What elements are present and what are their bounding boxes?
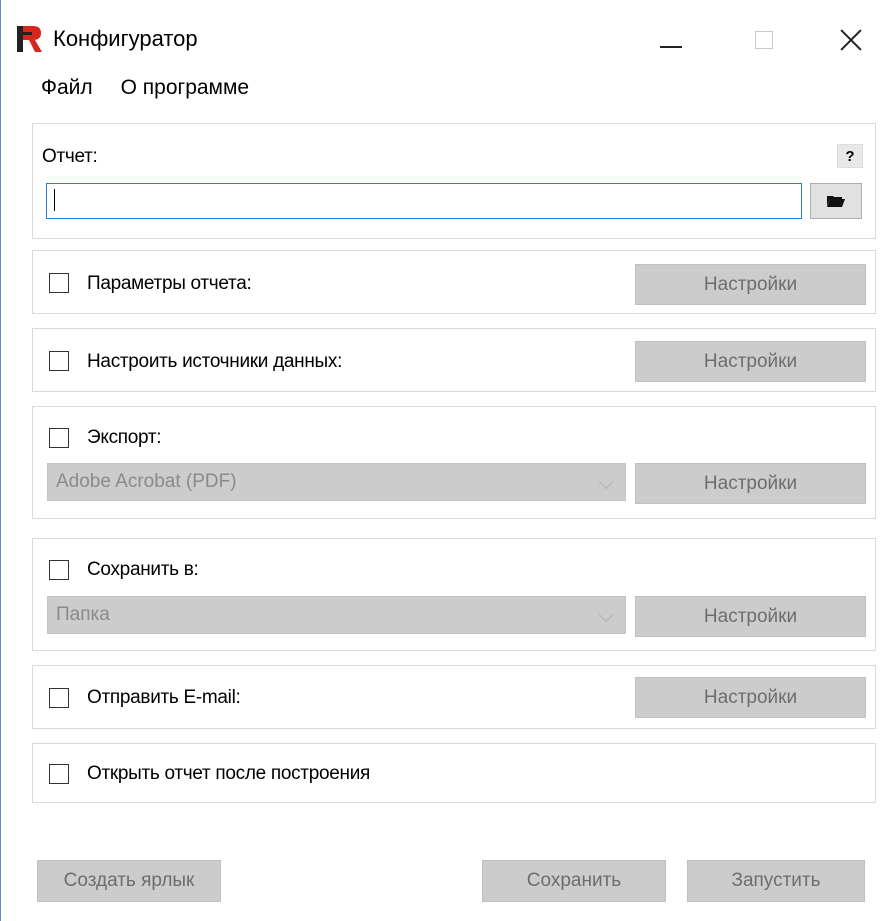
export-label: Экспорт: bbox=[87, 427, 162, 448]
help-icon[interactable]: ? bbox=[837, 144, 863, 168]
save-destination-value: Папка bbox=[56, 604, 110, 625]
datasources-label: Настроить источники данных: bbox=[87, 351, 343, 372]
save-destination-select[interactable]: Папка bbox=[47, 596, 626, 634]
save-to-settings-button[interactable]: Настройки bbox=[635, 596, 866, 637]
report-params-checkbox[interactable] bbox=[49, 273, 69, 293]
title-bar[interactable]: Конфигуратор bbox=[1, 0, 887, 76]
configurator-window: Конфигуратор Файл О программе Отчет: ? П… bbox=[0, 0, 887, 921]
browse-button[interactable] bbox=[810, 183, 862, 219]
menu-item-file[interactable]: Файл bbox=[27, 73, 107, 103]
menu-bar: Файл О программе bbox=[27, 73, 263, 103]
close-icon bbox=[840, 29, 862, 51]
report-path-input[interactable] bbox=[46, 183, 802, 219]
save-to-panel: Сохранить в: Папка Настройки bbox=[32, 538, 876, 651]
maximize-button[interactable] bbox=[734, 12, 794, 68]
datasources-checkbox[interactable] bbox=[49, 351, 69, 371]
export-format-value: Adobe Acrobat (PDF) bbox=[56, 471, 237, 492]
report-params-panel: Параметры отчета: Настройки bbox=[32, 250, 876, 314]
email-settings-button[interactable]: Настройки bbox=[635, 677, 866, 718]
email-panel: Отправить E-mail: Настройки bbox=[32, 665, 876, 729]
maximize-icon bbox=[755, 31, 773, 49]
report-panel: Отчет: ? bbox=[32, 123, 876, 239]
report-params-settings-button[interactable]: Настройки bbox=[635, 264, 866, 305]
save-to-label: Сохранить в: bbox=[87, 559, 199, 580]
window-title: Конфигуратор bbox=[53, 26, 198, 51]
datasources-panel: Настроить источники данных: Настройки bbox=[32, 328, 876, 392]
close-button[interactable] bbox=[821, 12, 881, 68]
folder-open-icon bbox=[827, 196, 845, 207]
report-label: Отчет: bbox=[42, 146, 98, 167]
email-label: Отправить E-mail: bbox=[87, 687, 241, 708]
export-checkbox[interactable] bbox=[49, 428, 69, 448]
save-to-checkbox[interactable] bbox=[49, 560, 69, 580]
text-caret bbox=[54, 189, 55, 211]
chevron-down-icon bbox=[598, 474, 614, 490]
export-panel: Экспорт: Adobe Acrobat (PDF) Настройки bbox=[32, 406, 876, 519]
export-settings-button[interactable]: Настройки bbox=[635, 463, 866, 504]
open-after-label: Открыть отчет после построения bbox=[87, 763, 371, 784]
open-after-panel: Открыть отчет после построения bbox=[32, 743, 876, 803]
minimize-icon bbox=[660, 46, 682, 48]
minimize-button[interactable] bbox=[641, 12, 701, 68]
save-button[interactable]: Сохранить bbox=[482, 860, 666, 902]
chevron-down-icon bbox=[598, 607, 614, 623]
email-checkbox[interactable] bbox=[49, 688, 69, 708]
export-format-select[interactable]: Adobe Acrobat (PDF) bbox=[47, 463, 626, 501]
datasources-settings-button[interactable]: Настройки bbox=[635, 341, 866, 382]
open-after-checkbox[interactable] bbox=[49, 764, 69, 784]
fastreport-logo-icon bbox=[17, 26, 42, 52]
run-button[interactable]: Запустить bbox=[687, 860, 865, 902]
menu-item-about[interactable]: О программе bbox=[107, 73, 263, 103]
report-params-label: Параметры отчета: bbox=[87, 273, 252, 294]
create-shortcut-button[interactable]: Создать ярлык bbox=[37, 860, 221, 902]
